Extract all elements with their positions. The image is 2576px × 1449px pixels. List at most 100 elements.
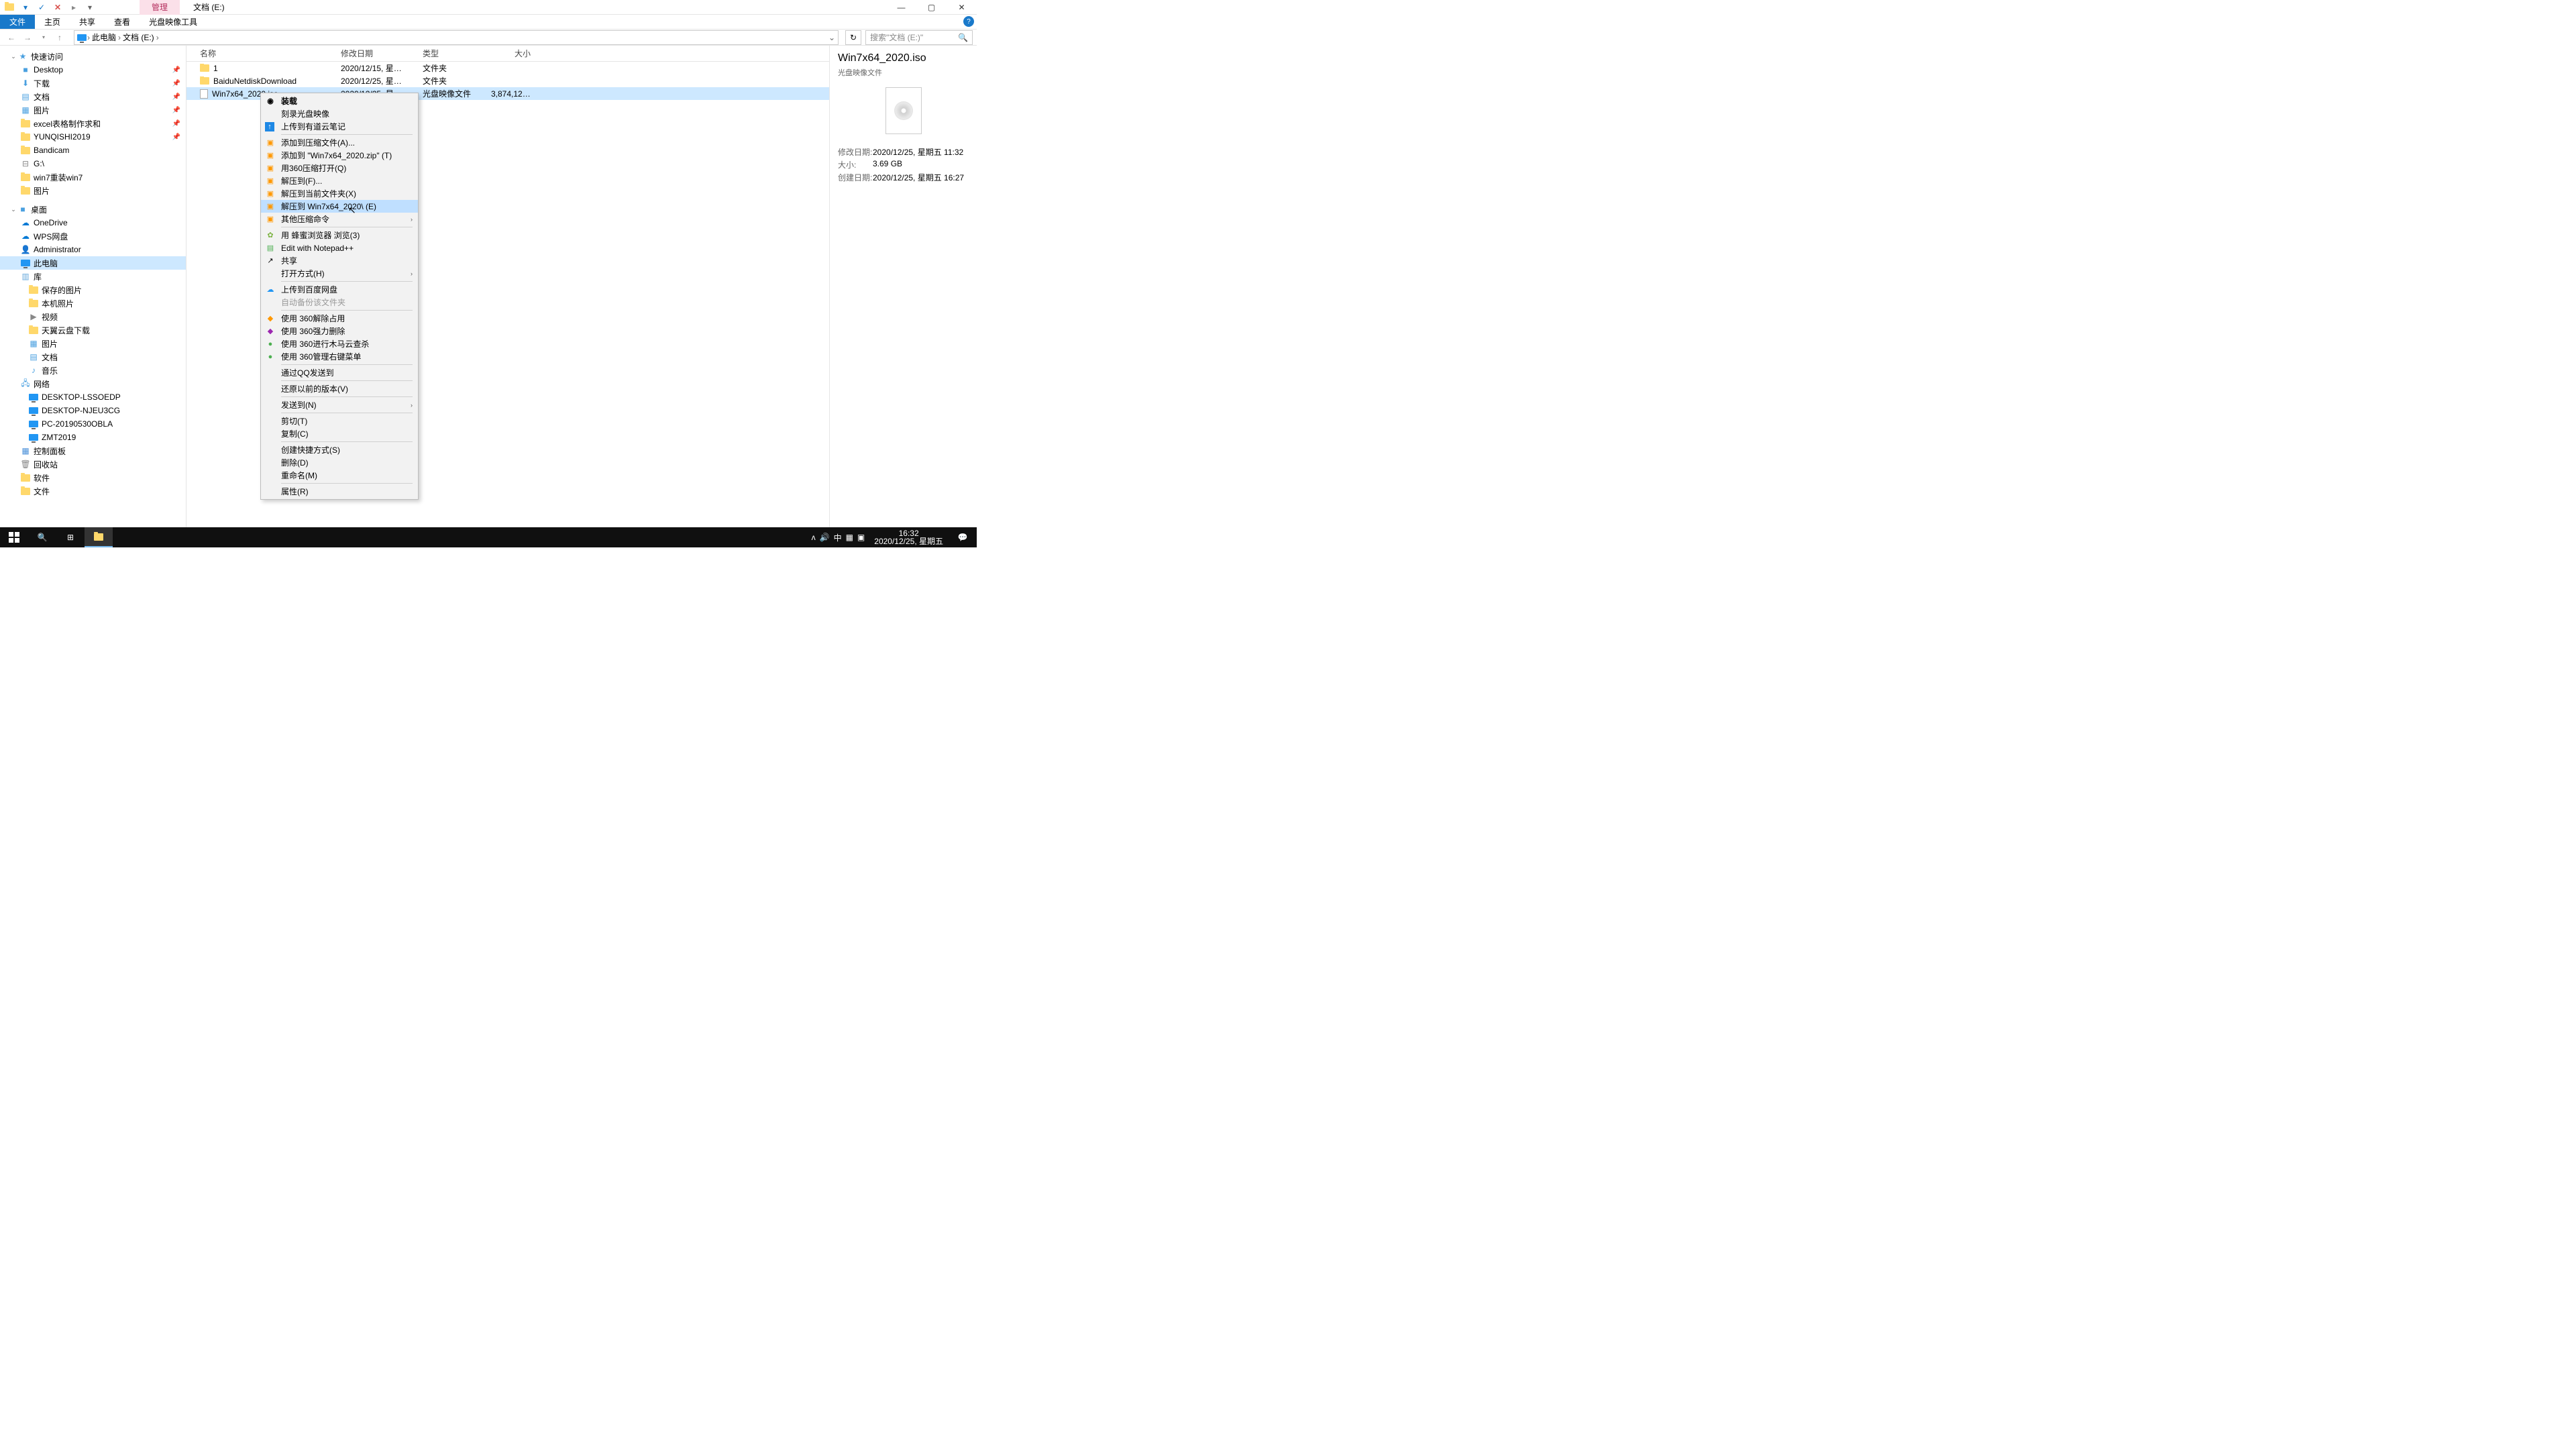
volume-icon[interactable]: 🔊 [820, 533, 830, 542]
nav-item[interactable]: win7重装win7 [0, 170, 186, 184]
ctx-add-archive[interactable]: ▣添加到压缩文件(A)... [261, 136, 418, 149]
tray-app-icon[interactable]: ▣ [857, 533, 865, 542]
ctx-extract-to[interactable]: ▣解压到(F)... [261, 174, 418, 187]
minimize-button[interactable]: — [886, 0, 916, 15]
task-view-button[interactable]: ⊞ [56, 527, 85, 547]
maximize-button[interactable]: ▢ [916, 0, 947, 15]
nav-item[interactable]: DESKTOP-NJEU3CG [0, 404, 186, 417]
nav-item[interactable]: 天翼云盘下载 [0, 323, 186, 337]
chevron-right-icon[interactable]: › [156, 33, 160, 42]
ctx-other-compress[interactable]: ▣其他压缩命令› [261, 213, 418, 225]
ctx-cut[interactable]: 剪切(T) [261, 415, 418, 427]
ctx-restore[interactable]: 还原以前的版本(V) [261, 382, 418, 395]
tray-chevron-icon[interactable]: ʌ [812, 533, 816, 542]
nav-item[interactable]: ▦图片📌 [0, 103, 186, 117]
ctx-360-menu[interactable]: ●使用 360管理右键菜单 [261, 350, 418, 363]
context-tab-manage[interactable]: 管理 [140, 0, 180, 15]
nav-item[interactable]: 软件 [0, 471, 186, 484]
nav-item[interactable]: 🗑回收站 [0, 458, 186, 471]
nav-item[interactable]: 图片 [0, 184, 186, 197]
back-button[interactable]: ← [4, 31, 19, 44]
nav-network[interactable]: 🖧网络 [0, 377, 186, 390]
ribbon-share[interactable]: 共享 [70, 15, 105, 29]
up-button[interactable]: ↑ [52, 31, 67, 44]
ribbon-view[interactable]: 查看 [105, 15, 140, 29]
nav-quick-access[interactable]: ⌄★快速访问 [0, 50, 186, 63]
forward-button[interactable]: → [20, 31, 35, 44]
search-box[interactable]: 搜索"文档 (E:)" 🔍 [865, 30, 973, 45]
ribbon-file[interactable]: 文件 [0, 15, 35, 29]
col-type[interactable]: 类型 [416, 48, 484, 59]
taskbar-clock[interactable]: 16:32 2020/12/25, 星期五 [869, 529, 949, 545]
explorer-taskbar-button[interactable] [85, 527, 113, 547]
nav-item[interactable]: 本机照片 [0, 297, 186, 310]
ctx-extract-named[interactable]: ▣解压到 Win7x64_2020\ (E) [261, 200, 418, 213]
nav-item[interactable]: ⬇下载📌 [0, 76, 186, 90]
address-dropdown-icon[interactable]: ⌄ [828, 33, 835, 42]
file-row[interactable]: 12020/12/15, 星期二 1...文件夹 [186, 62, 829, 74]
nav-item[interactable]: ☁OneDrive [0, 216, 186, 229]
ctx-add-zip[interactable]: ▣添加到 "Win7x64_2020.zip" (T) [261, 149, 418, 162]
nav-item[interactable]: ▦图片 [0, 337, 186, 350]
col-name[interactable]: 名称 [186, 48, 334, 59]
nav-item[interactable]: excel表格制作求和📌 [0, 117, 186, 130]
nav-item[interactable]: ▥库 [0, 270, 186, 283]
ctx-rename[interactable]: 重命名(M) [261, 469, 418, 482]
ctx-copy[interactable]: 复制(C) [261, 427, 418, 440]
ctx-send-to[interactable]: 发送到(N)› [261, 398, 418, 411]
ctx-shortcut[interactable]: 创建快捷方式(S) [261, 443, 418, 456]
address-path[interactable]: › 此电脑 › 文档 (E:) › ⌄ [74, 30, 839, 45]
ctx-mount[interactable]: ◉装载 [261, 95, 418, 107]
nav-desktop[interactable]: ⌄■桌面 [0, 203, 186, 216]
nav-item[interactable]: ☁WPS网盘 [0, 229, 186, 243]
nav-item[interactable]: ▤文档 [0, 350, 186, 364]
ctx-qq-send[interactable]: 通过QQ发送到 [261, 366, 418, 379]
ctx-open-360[interactable]: ▣用360压缩打开(Q) [261, 162, 418, 174]
nav-item[interactable]: ■Desktop📌 [0, 63, 186, 76]
nav-item[interactable]: 保存的图片 [0, 283, 186, 297]
nav-item[interactable]: ▶视频 [0, 310, 186, 323]
play-icon[interactable]: ▸ [67, 1, 80, 13]
ctx-360-scan[interactable]: ●使用 360进行木马云查杀 [261, 337, 418, 350]
nav-item[interactable]: ZMT2019 [0, 431, 186, 444]
nav-item[interactable]: ▦控制面板 [0, 444, 186, 458]
ctx-notepad[interactable]: ▤Edit with Notepad++ [261, 241, 418, 254]
nav-item[interactable]: YUNQISHI2019📌 [0, 130, 186, 144]
ctx-baidu[interactable]: ☁上传到百度网盘 [261, 283, 418, 296]
ctx-360-unlock[interactable]: ◆使用 360解除占用 [261, 312, 418, 325]
close-red-icon[interactable]: ✕ [51, 1, 64, 13]
col-size[interactable]: 大小 [484, 48, 538, 59]
ctx-youdao[interactable]: ↑上传到有道云笔记 [261, 120, 418, 133]
nav-item[interactable]: 文件 [0, 484, 186, 498]
nav-item[interactable]: 👤Administrator [0, 243, 186, 256]
nav-item[interactable]: ♪音乐 [0, 364, 186, 377]
file-row[interactable]: BaiduNetdiskDownload2020/12/25, 星期五 1...… [186, 74, 829, 87]
start-button[interactable] [0, 527, 28, 547]
ribbon-home[interactable]: 主页 [35, 15, 70, 29]
nav-item[interactable]: PC-20190530OBLA [0, 417, 186, 431]
qat-dropdown-icon[interactable]: ▾ [83, 1, 97, 13]
down-icon[interactable]: ▾ [19, 1, 32, 13]
help-icon[interactable]: ? [963, 16, 974, 27]
ctx-extract-here[interactable]: ▣解压到当前文件夹(X) [261, 187, 418, 200]
close-button[interactable]: ✕ [947, 0, 977, 15]
action-center-button[interactable]: 💬 [949, 527, 977, 547]
ctx-properties[interactable]: 属性(R) [261, 485, 418, 498]
ribbon-disc-tools[interactable]: 光盘映像工具 [140, 15, 207, 29]
nav-item[interactable]: ⊟G:\ [0, 157, 186, 170]
tray-app-icon[interactable]: ▦ [846, 533, 853, 542]
ctx-delete[interactable]: 删除(D) [261, 456, 418, 469]
nav-item[interactable]: DESKTOP-LSSOEDP [0, 390, 186, 404]
nav-item[interactable]: ▤文档📌 [0, 90, 186, 103]
refresh-button[interactable]: ↻ [845, 30, 861, 45]
history-dropdown[interactable]: ▾ [36, 31, 51, 44]
ctx-burn[interactable]: 刻录光盘映像 [261, 107, 418, 120]
ctx-fengmi[interactable]: ✿用 蜂蜜浏览器 浏览(3) [261, 229, 418, 241]
ime-indicator[interactable]: 中 [834, 532, 842, 543]
ctx-360-delete[interactable]: ◆使用 360强力删除 [261, 325, 418, 337]
checkmark-icon[interactable]: ✓ [35, 1, 48, 13]
col-date[interactable]: 修改日期 [334, 48, 416, 59]
crumb-folder[interactable]: 文档 (E:) [121, 32, 156, 43]
ctx-open-with[interactable]: 打开方式(H)› [261, 267, 418, 280]
search-button[interactable]: 🔍 [28, 527, 56, 547]
